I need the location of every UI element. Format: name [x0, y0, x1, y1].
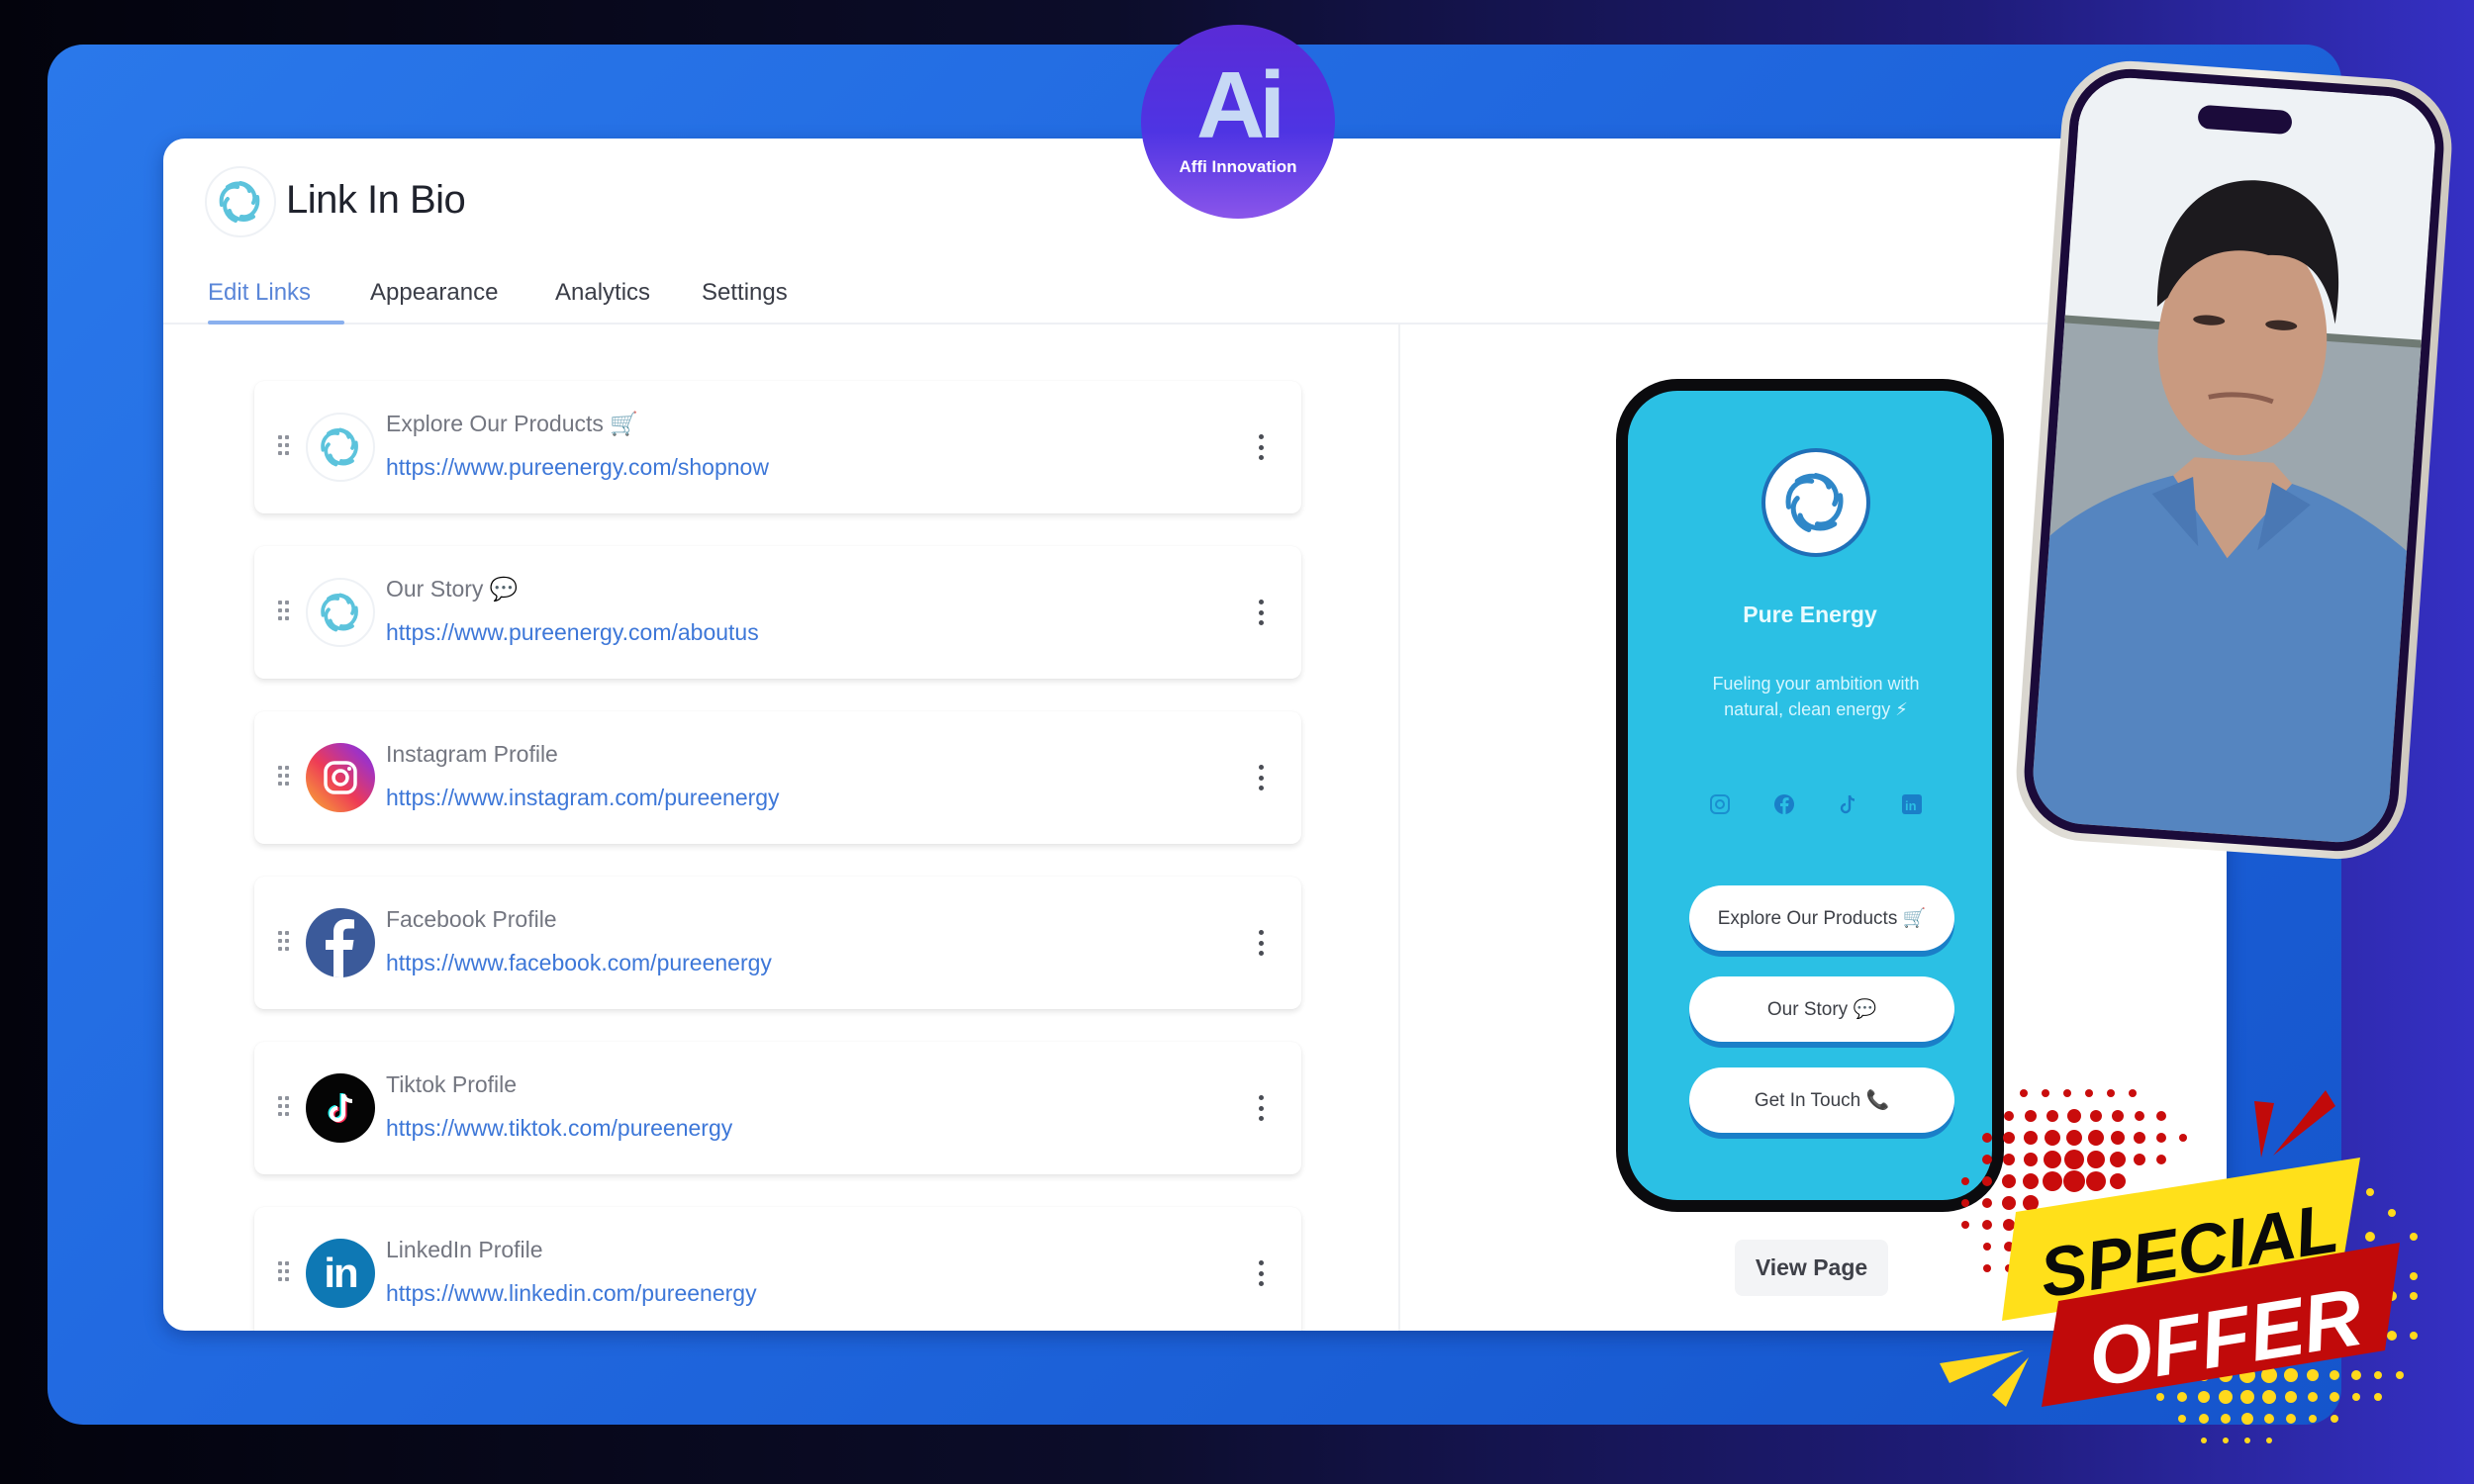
tiktok-icon: [306, 1073, 375, 1143]
presenter-photo: [2020, 64, 2448, 856]
facebook-icon[interactable]: [1771, 791, 1797, 817]
drag-handle-icon[interactable]: [278, 435, 290, 457]
drag-handle-icon[interactable]: [278, 931, 290, 953]
linkedin-icon: in: [306, 1239, 375, 1308]
link-url[interactable]: https://www.tiktok.com/pureenergy: [386, 1115, 732, 1142]
active-tab-indicator: [208, 321, 344, 325]
tab-appearance[interactable]: Appearance: [370, 279, 498, 307]
link-card[interactable]: in LinkedIn Profile https://www.linkedin…: [254, 1207, 1301, 1331]
burst-accent: [1992, 1357, 2029, 1407]
link-url[interactable]: https://www.instagram.com/pureenergy: [386, 785, 780, 811]
burst-accent: [2254, 1101, 2274, 1158]
drag-handle-icon[interactable]: [278, 1261, 290, 1283]
swirl-logo-icon: [1761, 448, 1870, 557]
more-options-icon[interactable]: [1256, 600, 1266, 625]
link-title[interactable]: Tiktok Profile: [386, 1071, 517, 1098]
drag-handle-icon[interactable]: [278, 766, 290, 788]
link-url[interactable]: https://www.facebook.com/pureenergy: [386, 950, 772, 976]
link-card[interactable]: Instagram Profile https://www.instagram.…: [254, 711, 1301, 844]
presenter-phone-mockup: [2011, 56, 2457, 864]
link-title[interactable]: Explore Our Products 🛒: [386, 411, 638, 437]
link-card[interactable]: Facebook Profile https://www.facebook.co…: [254, 877, 1301, 1009]
preview-profile-name: Pure Energy: [1743, 602, 1877, 627]
link-url[interactable]: https://www.linkedin.com/pureenergy: [386, 1280, 757, 1307]
preview-link-button[interactable]: Get In Touch 📞: [1689, 1067, 1954, 1133]
link-title[interactable]: LinkedIn Profile: [386, 1237, 543, 1263]
link-title[interactable]: Our Story 💬: [386, 576, 518, 603]
drag-handle-icon[interactable]: [278, 601, 290, 622]
link-title[interactable]: Instagram Profile: [386, 741, 558, 768]
tiktok-icon[interactable]: [1835, 791, 1860, 817]
special-offer-badge: SPECIAL OFFER: [1940, 1089, 2418, 1443]
link-card[interactable]: Tiktok Profile https://www.tiktok.com/pu…: [254, 1042, 1301, 1174]
tab-settings[interactable]: Settings: [702, 279, 788, 307]
preview-link-button[interactable]: Our Story 💬: [1689, 976, 1954, 1042]
link-card[interactable]: Explore Our Products 🛒 https://www.puree…: [254, 381, 1301, 513]
more-options-icon[interactable]: [1256, 1095, 1266, 1121]
app-window: Link In Bio Edit Links Appearance Analyt…: [163, 139, 2227, 1331]
ai-logo-mark: Ai: [1196, 52, 1285, 158]
instagram-icon: [306, 743, 375, 812]
burst-accent: [2273, 1090, 2335, 1156]
swirl-logo-icon: [205, 166, 276, 237]
app-title: Link In Bio: [286, 178, 466, 222]
drag-handle-icon[interactable]: [278, 1096, 290, 1118]
preview-social-icons: in: [1707, 791, 1925, 817]
affi-innovation-logo: Ai Affi Innovation: [1141, 25, 1335, 219]
instagram-icon[interactable]: [1707, 791, 1733, 817]
more-options-icon[interactable]: [1256, 434, 1266, 460]
tab-edit-links[interactable]: Edit Links: [208, 279, 311, 307]
preview-bio: Fueling your ambition with natural, clea…: [1712, 674, 1920, 719]
swirl-logo-icon: [306, 578, 375, 647]
link-url[interactable]: https://www.pureenergy.com/aboutus: [386, 619, 759, 646]
linkedin-icon[interactable]: in: [1899, 791, 1925, 817]
swirl-logo-icon: [306, 413, 375, 482]
preview-link-button[interactable]: Explore Our Products 🛒: [1689, 885, 1954, 951]
facebook-icon: [306, 908, 375, 977]
tab-analytics[interactable]: Analytics: [555, 279, 650, 307]
more-options-icon[interactable]: [1256, 765, 1266, 790]
more-options-icon[interactable]: [1256, 930, 1266, 956]
link-url[interactable]: https://www.pureenergy.com/shopnow: [386, 454, 769, 481]
panel-divider: [1398, 325, 1400, 1331]
ai-logo-text: Affi Innovation: [1179, 157, 1297, 176]
view-page-button[interactable]: View Page: [1735, 1240, 1888, 1296]
person-photo-icon: [2030, 74, 2438, 846]
more-options-icon[interactable]: [1256, 1260, 1266, 1286]
svg-text:in: in: [1905, 798, 1917, 813]
link-card[interactable]: Our Story 💬 https://www.pureenergy.com/a…: [254, 546, 1301, 679]
link-title[interactable]: Facebook Profile: [386, 906, 557, 933]
